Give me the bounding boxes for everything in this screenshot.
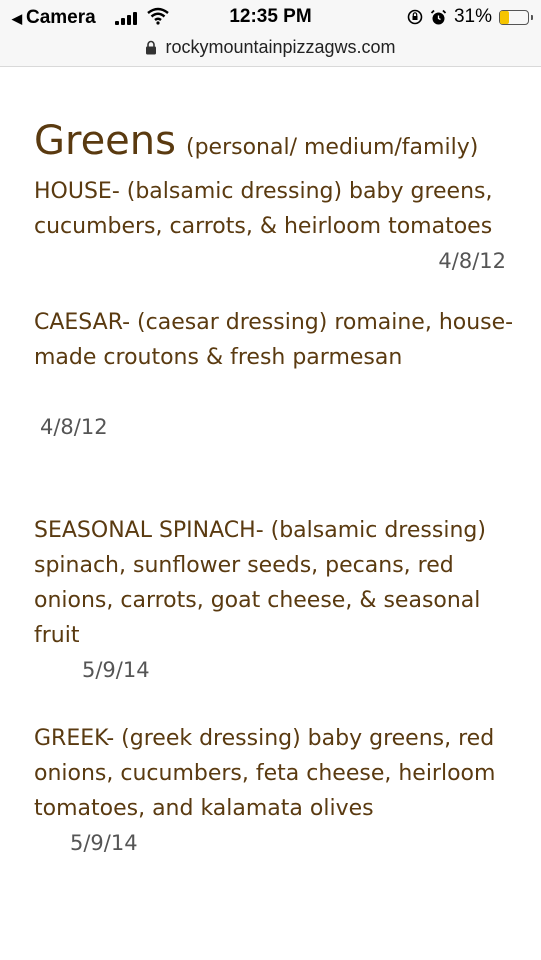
browser-chrome: ◀ Camera 12:35 PM 31% rockymountainpizza… [0, 0, 541, 67]
battery-fill [500, 10, 509, 24]
orientation-lock-icon [407, 9, 423, 25]
menu-item-caesar-date: 4/8/12 [40, 415, 108, 439]
battery-icon [499, 9, 533, 25]
url-domain: rockymountainpizzagws.com [165, 36, 396, 57]
alarm-icon [430, 9, 447, 24]
menu-item-seasonal-spinach-date: 5/9/14 [82, 658, 150, 682]
section-title: Greens [34, 118, 176, 164]
menu-item-house-date: 4/8/12 [438, 249, 506, 273]
address-bar[interactable]: rockymountainpizzagws.com [0, 34, 541, 60]
battery-percent: 31% [453, 6, 492, 27]
menu-item-greek: GREEK- (greek dressing) baby greens, red… [34, 726, 496, 821]
menu-item-greek-date: 5/9/14 [70, 831, 138, 855]
menu-item-caesar: CAESAR- (caesar dressing) romaine, house… [34, 310, 514, 370]
status-bar: ◀ Camera 12:35 PM 31% [0, 0, 541, 34]
menu-item-seasonal-spinach: SEASONAL SPINACH- (balsamic dressing) sp… [34, 518, 486, 648]
section-subtitle: (personal/ medium/family) [185, 135, 479, 160]
lock-icon [146, 40, 157, 54]
menu-section: Greens (personal/ medium/family) HOUSE- … [34, 118, 514, 861]
menu-item-house: HOUSE- (balsamic dressing) baby greens, … [34, 179, 493, 239]
section-heading: Greens (personal/ medium/family) [34, 118, 514, 164]
